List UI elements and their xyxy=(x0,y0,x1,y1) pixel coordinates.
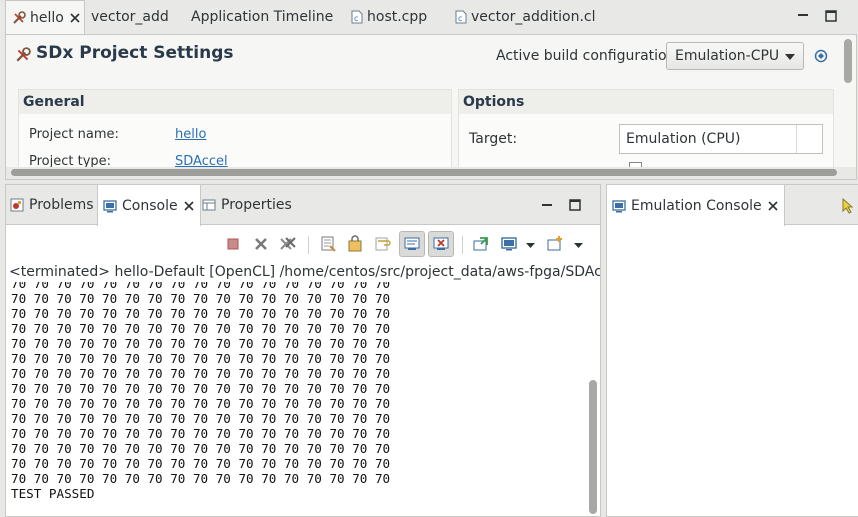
target-label: Target: xyxy=(469,131,518,147)
editor-tab-label: Application Timeline xyxy=(191,9,334,25)
console-output-line: 70 70 70 70 70 70 70 70 70 70 70 70 70 7… xyxy=(11,396,391,411)
console-scrollbar[interactable] xyxy=(589,284,597,516)
editor-tab-vector-add[interactable]: vector_add xyxy=(91,0,169,34)
settings-hscrollbar[interactable] xyxy=(6,167,856,179)
remove-launch-icon[interactable] xyxy=(252,235,270,253)
svg-text:c: c xyxy=(458,14,462,23)
console-output-line: 70 70 70 70 70 70 70 70 70 70 70 70 70 7… xyxy=(11,441,391,456)
sdx-project-icon xyxy=(12,10,26,25)
chevron-down-icon xyxy=(785,54,795,60)
editor-tab-host-cpp[interactable]: c host.cpp xyxy=(351,0,427,34)
svg-text:c: c xyxy=(354,14,358,23)
build-settings-icon[interactable] xyxy=(814,49,828,63)
console-output-line: 70 70 70 70 70 70 70 70 70 70 70 70 70 7… xyxy=(11,336,391,351)
properties-icon xyxy=(202,198,216,212)
word-wrap-icon[interactable] xyxy=(374,235,392,253)
console-scrollbar-thumb[interactable] xyxy=(589,380,597,514)
display-console-icon[interactable] xyxy=(500,235,518,253)
editor-tab-label: host.cpp xyxy=(367,9,428,25)
console-output-line: 70 70 70 70 70 70 70 70 70 70 70 70 70 7… xyxy=(11,306,391,321)
sdx-project-icon xyxy=(15,47,31,63)
open-console-icon[interactable] xyxy=(546,235,564,253)
close-icon[interactable] xyxy=(70,12,80,23)
console-output-line: 70 70 70 70 70 70 70 70 70 70 70 70 70 7… xyxy=(11,282,391,291)
console-output-line: 70 70 70 70 70 70 70 70 70 70 70 70 70 7… xyxy=(11,366,391,381)
maximize-icon[interactable] xyxy=(825,10,839,24)
active-build-config-value: Emulation-CPU xyxy=(675,48,780,64)
show-on-stdout-icon[interactable] xyxy=(399,231,425,257)
tab-properties[interactable]: Properties xyxy=(202,185,292,225)
console-status-line: TEST PASSED xyxy=(11,486,95,501)
editor-tab-application-timeline[interactable]: Application Timeline xyxy=(191,0,333,34)
active-build-config-label: Active build configuration: xyxy=(496,48,681,64)
show-on-stderr-icon[interactable] xyxy=(428,231,454,257)
console-icon xyxy=(103,199,117,213)
editor-tab-label: hello xyxy=(30,9,64,26)
chevron-down-icon[interactable] xyxy=(526,243,535,249)
editor-tab-label: vector_add xyxy=(91,9,169,25)
field-divider xyxy=(796,125,797,153)
emulation-tab-bar: Emulation Console xyxy=(607,185,858,226)
editor-tab-hello[interactable]: hello xyxy=(5,0,85,34)
maximize-icon[interactable] xyxy=(569,199,581,211)
active-build-config-select[interactable]: Emulation-CPU xyxy=(666,42,804,70)
toolbar-divider xyxy=(308,236,309,254)
console-output-line: 70 70 70 70 70 70 70 70 70 70 70 70 70 7… xyxy=(11,291,391,306)
page-title: SDx Project Settings xyxy=(36,43,234,63)
console-output-line: 70 70 70 70 70 70 70 70 70 70 70 70 70 7… xyxy=(11,426,391,441)
console-output-line: 70 70 70 70 70 70 70 70 70 70 70 70 70 7… xyxy=(11,456,391,471)
scroll-lock-icon[interactable] xyxy=(347,235,365,253)
target-value: Emulation (CPU) xyxy=(626,131,741,147)
console-output-line: 70 70 70 70 70 70 70 70 70 70 70 70 70 7… xyxy=(11,351,391,366)
pin-console-icon[interactable] xyxy=(472,235,490,253)
console-output[interactable]: 70 70 70 70 70 70 70 70 70 70 70 70 70 7… xyxy=(6,282,586,516)
terminate-icon[interactable] xyxy=(224,235,242,253)
c-file-icon: c xyxy=(455,10,467,24)
tab-label: Properties xyxy=(221,197,292,213)
tab-label: Problems xyxy=(29,197,94,213)
project-name-link[interactable]: hello xyxy=(175,127,206,142)
general-heading: General xyxy=(19,90,451,114)
tab-console[interactable]: Console xyxy=(97,185,201,226)
editor-tab-label: vector_addition.cl xyxy=(471,9,596,25)
project-settings-panel: SDx Project Settings Active build config… xyxy=(5,34,857,180)
minimize-icon[interactable] xyxy=(797,9,811,23)
close-icon[interactable] xyxy=(768,200,778,211)
cursor-select-icon[interactable] xyxy=(841,198,855,214)
console-output-line: 70 70 70 70 70 70 70 70 70 70 70 70 70 7… xyxy=(11,471,391,486)
problems-icon xyxy=(10,198,24,212)
chevron-down-icon[interactable] xyxy=(574,243,583,249)
minimize-icon[interactable] xyxy=(541,199,553,211)
project-name-label: Project name: xyxy=(29,127,119,142)
close-icon[interactable] xyxy=(184,200,194,211)
console-toolbar xyxy=(6,226,600,262)
emulation-console-panel: Emulation Console xyxy=(606,184,858,517)
settings-hscrollbar-thumb[interactable] xyxy=(11,169,837,176)
editor-tab-bar: hello vector_add Application Timeline c … xyxy=(0,0,858,34)
console-output-line: 70 70 70 70 70 70 70 70 70 70 70 70 70 7… xyxy=(11,381,391,396)
tab-problems[interactable]: Problems xyxy=(10,185,94,225)
console-process-label: <terminated> hello-Default [OpenCL] /hom… xyxy=(9,264,601,280)
toolbar-divider xyxy=(462,236,463,254)
target-field[interactable]: Emulation (CPU) xyxy=(619,124,823,154)
settings-scrollbar[interactable] xyxy=(844,39,852,83)
tab-emulation-console[interactable]: Emulation Console xyxy=(607,185,785,226)
bottom-tab-bar: Problems Console Properties xyxy=(6,185,600,226)
c-file-icon: c xyxy=(351,10,363,24)
console-output-line: 70 70 70 70 70 70 70 70 70 70 70 70 70 7… xyxy=(11,321,391,336)
console-panel: Problems Console Properties <terminated>… xyxy=(5,184,601,517)
tab-label: Console xyxy=(122,197,178,214)
console-output-line: 70 70 70 70 70 70 70 70 70 70 70 70 70 7… xyxy=(11,411,391,426)
remove-all-terminated-icon[interactable] xyxy=(279,235,297,253)
tab-label: Emulation Console xyxy=(631,197,762,214)
console-icon xyxy=(612,199,626,213)
options-heading: Options xyxy=(459,90,833,114)
clear-console-icon[interactable] xyxy=(319,235,337,253)
editor-tab-vector-addition-cl[interactable]: c vector_addition.cl xyxy=(455,0,596,34)
